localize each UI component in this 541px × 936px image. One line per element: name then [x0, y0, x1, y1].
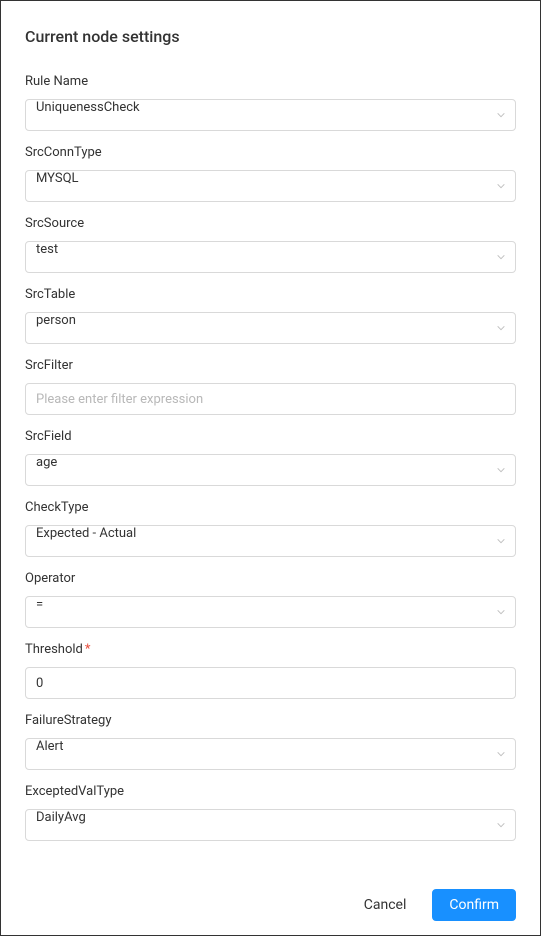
field-threshold: Threshold* [25, 628, 516, 699]
rule-name-value: UniquenessCheck [25, 99, 516, 131]
src-conn-type-value: MYSQL [25, 170, 516, 202]
cancel-button[interactable]: Cancel [348, 889, 423, 921]
panel-footer: Cancel Confirm [1, 875, 540, 935]
src-source-value: test [25, 241, 516, 273]
field-src-conn-type: SrcConnType MYSQL [25, 131, 516, 202]
src-field-label: SrcField [25, 429, 516, 444]
failure-strategy-select[interactable]: Alert [25, 738, 516, 770]
src-field-value: age [25, 454, 516, 486]
field-failure-strategy: FailureStrategy Alert [25, 699, 516, 770]
failure-strategy-value: Alert [25, 738, 516, 770]
panel-title: Current node settings [1, 1, 540, 56]
field-operator: Operator = [25, 557, 516, 628]
rule-name-label: Rule Name [25, 74, 516, 89]
src-source-select[interactable]: test [25, 241, 516, 273]
panel-body[interactable]: Rule Name UniquenessCheck SrcConnType MY… [1, 56, 540, 875]
field-src-source: SrcSource test [25, 202, 516, 273]
field-src-field: SrcField age [25, 415, 516, 486]
field-excepted-val-type: ExceptedValType DailyAvg [25, 770, 516, 841]
src-table-select[interactable]: person [25, 312, 516, 344]
excepted-val-type-select[interactable]: DailyAvg [25, 809, 516, 841]
threshold-label: Threshold* [25, 642, 516, 657]
src-filter-label: SrcFilter [25, 358, 516, 373]
confirm-button[interactable]: Confirm [432, 889, 516, 921]
field-src-filter: SrcFilter [25, 344, 516, 415]
src-source-label: SrcSource [25, 216, 516, 231]
field-src-table: SrcTable person [25, 273, 516, 344]
check-type-select[interactable]: Expected - Actual [25, 525, 516, 557]
check-type-value: Expected - Actual [25, 525, 516, 557]
operator-label: Operator [25, 571, 516, 586]
src-conn-type-label: SrcConnType [25, 145, 516, 160]
src-filter-input[interactable] [25, 383, 516, 415]
field-rule-name: Rule Name UniquenessCheck [25, 60, 516, 131]
operator-select[interactable]: = [25, 596, 516, 628]
operator-value: = [25, 596, 516, 628]
settings-panel: Current node settings Rule Name Uniquene… [1, 1, 540, 935]
src-conn-type-select[interactable]: MYSQL [25, 170, 516, 202]
excepted-val-type-value: DailyAvg [25, 809, 516, 841]
failure-strategy-label: FailureStrategy [25, 713, 516, 728]
check-type-label: CheckType [25, 500, 516, 515]
src-table-label: SrcTable [25, 287, 516, 302]
required-indicator: * [85, 642, 91, 657]
src-table-value: person [25, 312, 516, 344]
rule-name-select[interactable]: UniquenessCheck [25, 99, 516, 131]
threshold-input[interactable] [25, 667, 516, 699]
src-field-select[interactable]: age [25, 454, 516, 486]
field-check-type: CheckType Expected - Actual [25, 486, 516, 557]
excepted-val-type-label: ExceptedValType [25, 784, 516, 799]
